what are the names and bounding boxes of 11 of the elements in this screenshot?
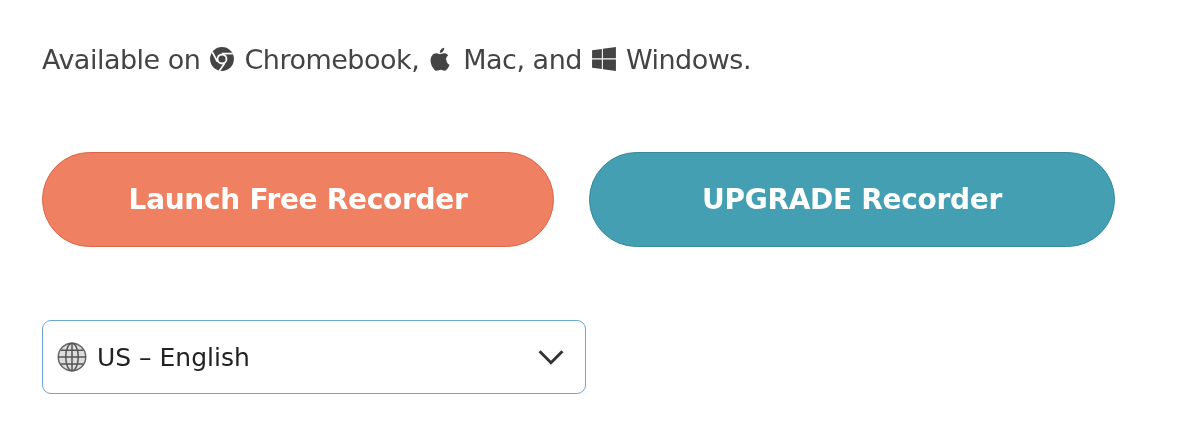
chevron-down-icon	[537, 349, 565, 365]
language-select[interactable]: US – English	[42, 320, 586, 394]
globe-icon	[57, 342, 87, 372]
availability-text: Available on	[42, 43, 201, 75]
chrome-icon	[209, 46, 236, 72]
platform-name: Mac, and	[463, 43, 582, 75]
launch-button[interactable]: Launch Free Recorder	[42, 152, 554, 247]
platform-name: Windows.	[625, 43, 751, 75]
platform-name: Chromebook,	[244, 43, 420, 75]
windows-icon	[590, 46, 617, 72]
upgrade-button[interactable]: UPGRADE Recorder	[589, 152, 1115, 247]
